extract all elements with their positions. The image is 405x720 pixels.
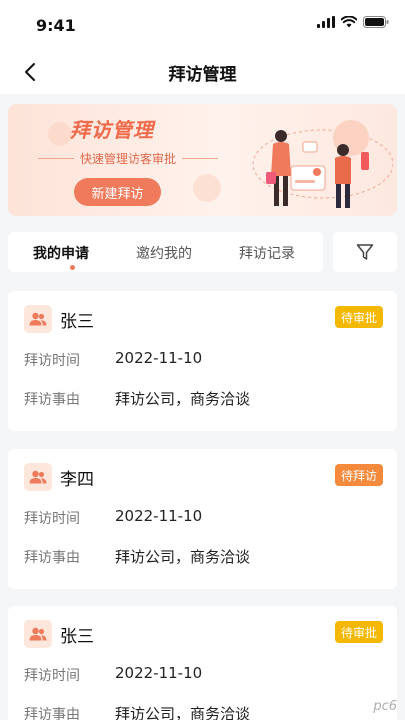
visit-time-label: 拜访时间 <box>24 353 80 369</box>
tab-my-applications[interactable]: 我的申请 <box>33 243 89 263</box>
avatar <box>24 620 52 648</box>
status-badge: 待审批 <box>334 621 383 643</box>
visit-reason-label: 拜访事由 <box>24 550 80 566</box>
status-icons <box>317 16 389 28</box>
tab-bar: 我的申请 邀约我的 拜访记录 <box>8 232 323 272</box>
visit-reason-value: 拜访公司，商务洽谈 <box>115 705 251 720</box>
visit-time-value: 2022-11-10 <box>115 664 203 682</box>
banner-subtitle-text: 快速管理访客审批 <box>80 152 177 166</box>
users-icon <box>29 470 47 484</box>
visit-card[interactable]: 李四 待拜访 拜访时间 2022-11-10 拜访事由 拜访公司，商务洽谈 <box>8 449 397 589</box>
visit-time-value: 2022-11-10 <box>115 349 203 367</box>
filter-icon <box>356 244 374 260</box>
status-time: 9:41 <box>36 16 76 35</box>
visit-time-label: 拜访时间 <box>24 511 80 527</box>
filter-button[interactable] <box>333 232 397 272</box>
divider <box>38 158 74 159</box>
watermark: pc6 <box>373 699 397 714</box>
users-icon <box>29 312 47 326</box>
visitor-name: 张三 <box>60 627 94 647</box>
status-badge: 待审批 <box>334 306 383 328</box>
visitor-name: 李四 <box>60 470 94 490</box>
status-badge: 待拜访 <box>334 464 383 486</box>
battery-icon <box>363 16 389 28</box>
visit-reason-value: 拜访公司，商务洽谈 <box>115 390 251 408</box>
visit-time-label: 拜访时间 <box>24 668 80 684</box>
tab-visit-records[interactable]: 拜访记录 <box>239 243 295 263</box>
tab-invited-me[interactable]: 邀约我的 <box>136 243 192 263</box>
banner: 拜访管理 快速管理访客审批 新建拜访 <box>8 104 397 216</box>
wifi-icon <box>341 16 357 28</box>
visitor-name: 张三 <box>60 312 94 332</box>
nav-bar: 拜访管理 <box>0 48 405 94</box>
page-title: 拜访管理 <box>168 65 237 85</box>
active-tab-indicator <box>70 265 75 270</box>
visit-card[interactable]: 张三 待审批 拜访时间 2022-11-10 拜访事由 拜访公司，商务洽谈 <box>8 606 397 720</box>
visit-card[interactable]: 张三 待审批 拜访时间 2022-11-10 拜访事由 拜访公司，商务洽谈 <box>8 291 397 431</box>
divider <box>182 158 219 159</box>
banner-decor-circle <box>193 174 221 202</box>
new-visit-button[interactable]: 新建拜访 <box>74 178 161 206</box>
visit-time-value: 2022-11-10 <box>115 507 203 525</box>
visit-reason-value: 拜访公司，商务洽谈 <box>115 548 251 566</box>
users-icon <box>29 627 47 641</box>
visit-reason-label: 拜访事由 <box>24 707 80 720</box>
signal-icon <box>317 16 335 28</box>
avatar <box>24 463 52 491</box>
banner-subtitle: 快速管理访客审批 <box>38 150 219 167</box>
banner-title: 拜访管理 <box>70 118 154 142</box>
banner-decor-circle <box>48 122 72 146</box>
visit-reason-label: 拜访事由 <box>24 392 80 408</box>
status-bar: 9:41 <box>0 0 405 48</box>
visit-illustration <box>252 120 393 208</box>
avatar <box>24 305 52 333</box>
